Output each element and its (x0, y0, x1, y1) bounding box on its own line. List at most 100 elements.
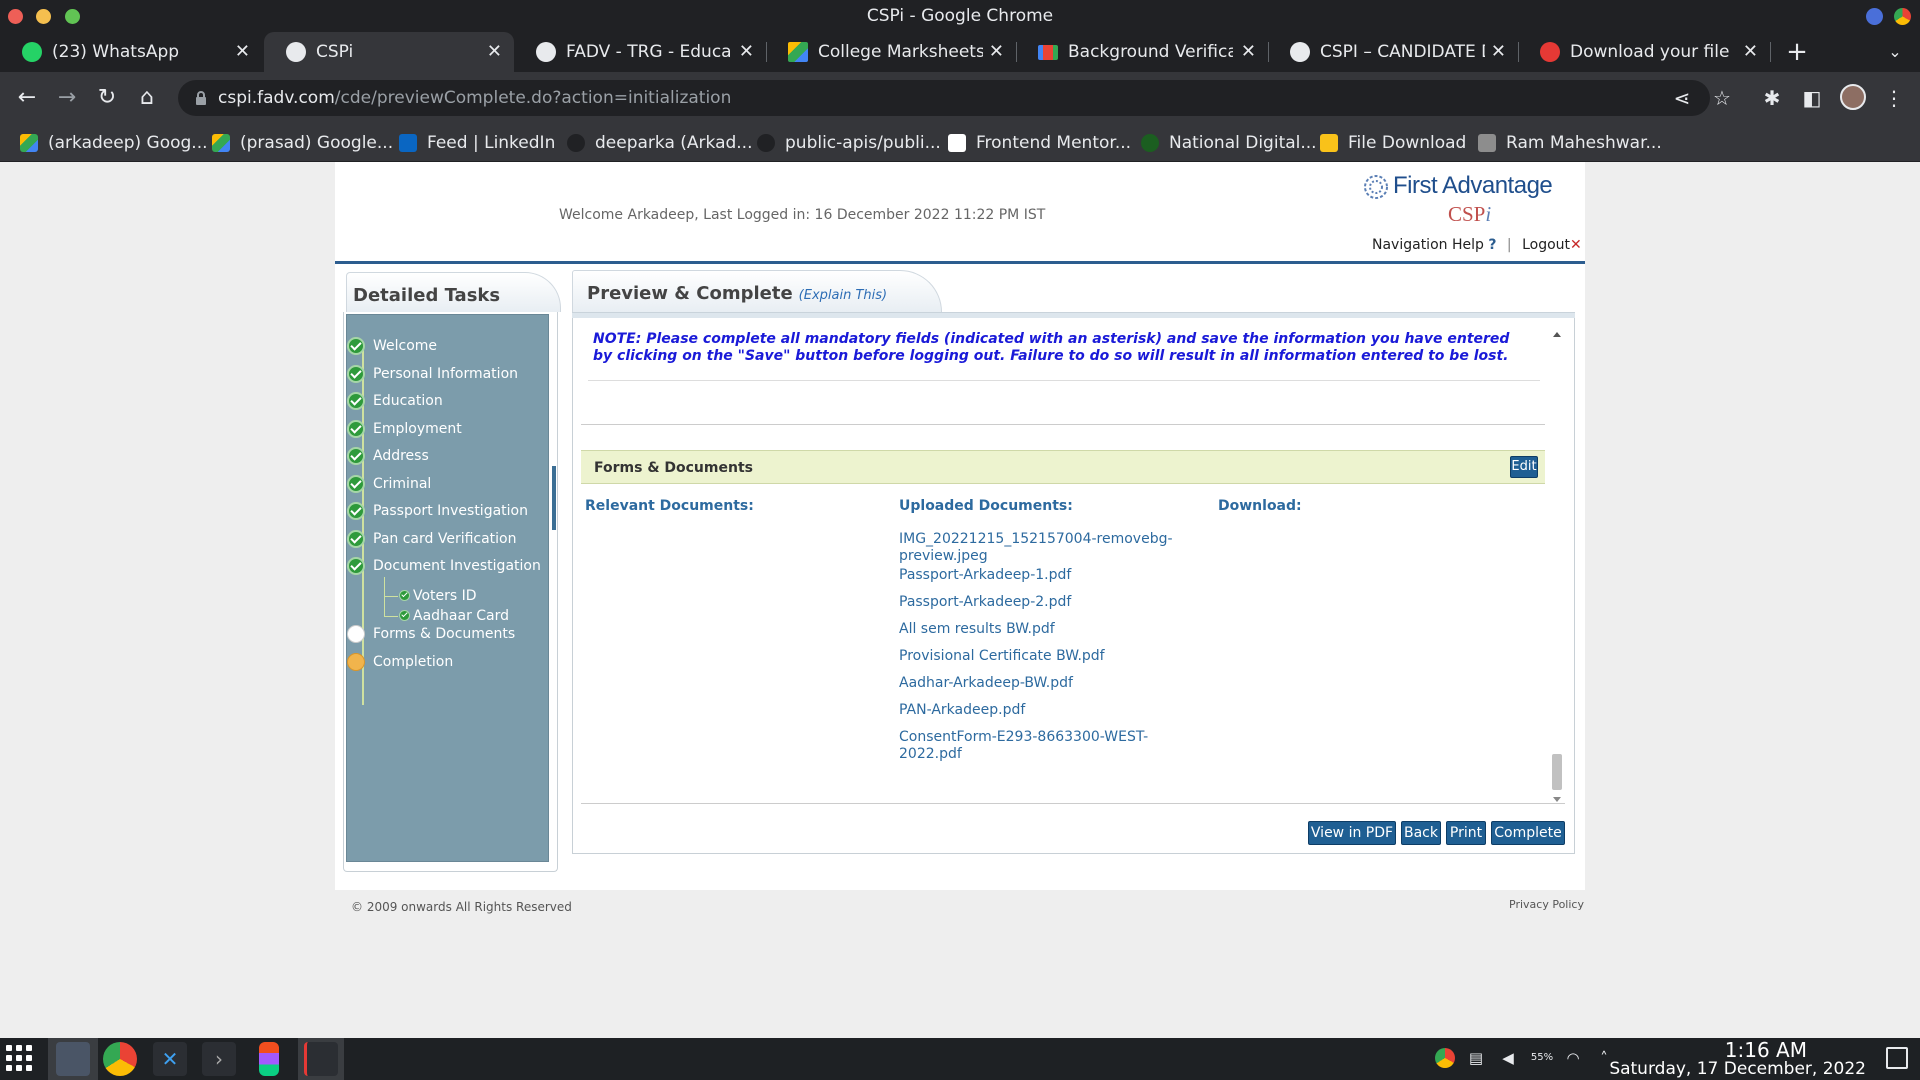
uploaded-document-link[interactable]: ConsentForm-E293-8663300-WEST-2022.pdf (899, 729, 1169, 763)
close-icon[interactable]: ✕ (1491, 32, 1506, 72)
home-button[interactable]: ⌂ (133, 84, 161, 112)
bookmark-public-apis[interactable]: public-apis/publi... (757, 124, 941, 162)
terminal-app-icon[interactable]: › (202, 1042, 236, 1076)
mandatory-fields-note: NOTE: Please complete all mandatory fiel… (593, 331, 1510, 364)
editor-app-icon[interactable] (304, 1042, 338, 1076)
app-launcher-grid-icon[interactable] (6, 1045, 36, 1075)
profile-avatar[interactable] (1840, 84, 1866, 110)
task-passport-investigation[interactable]: Passport Investigation (347, 502, 528, 520)
tab-cspi[interactable]: CSPi ✕ (264, 32, 514, 72)
web-page: Welcome Arkadeep, Last Logged in: 16 Dec… (0, 162, 1920, 1038)
task-label: Welcome (373, 338, 438, 354)
bookmark-label: National Digital... (1169, 133, 1317, 153)
extensions-puzzle-icon[interactable]: ✱ (1760, 86, 1784, 110)
copyright-text: © 2009 onwards All Rights Reserved (351, 900, 572, 914)
logout-label: Logout (1522, 237, 1571, 253)
page-title: Preview & Complete (Explain This) (587, 283, 887, 304)
task-pan-card-verification[interactable]: Pan card Verification (347, 530, 517, 548)
figma-app-icon[interactable] (259, 1042, 279, 1076)
scroll-down-arrow-icon[interactable] (1553, 797, 1561, 802)
google-drive-icon (788, 42, 808, 62)
back-button[interactable]: Back (1401, 821, 1441, 845)
bookmark-linkedin[interactable]: Feed | LinkedIn (399, 124, 555, 162)
task-address[interactable]: Address (347, 447, 429, 465)
address-bar[interactable]: cspi.fadv.com/cde/previewComplete.do?act… (178, 80, 1710, 116)
close-icon[interactable]: ✕ (989, 32, 1004, 72)
tab-download-file[interactable]: Download your file — ✕ (1518, 32, 1770, 72)
bookmark-deeparka-github[interactable]: deeparka (Arkad... (567, 124, 753, 162)
navigation-help-link[interactable]: Navigation Help ? (1372, 237, 1496, 253)
tab-strip: (23) WhatsApp ✕ CSPi ✕ FADV - TRG - Educ… (0, 32, 1920, 72)
uploaded-document-link[interactable]: Aadhar-Arkadeep-BW.pdf (899, 675, 1199, 692)
uploaded-document-link[interactable]: Passport-Arkadeep-1.pdf (899, 567, 1199, 584)
task-personal-information[interactable]: Personal Information (347, 365, 519, 383)
print-button[interactable]: Print (1446, 821, 1486, 845)
complete-button[interactable]: Complete (1491, 821, 1565, 845)
preview-scroll-area[interactable]: NOTE: Please complete all mandatory fiel… (581, 324, 1565, 804)
bookmark-frontend-mentor[interactable]: Frontend Mentor... (948, 124, 1131, 162)
chrome-tray-icon[interactable] (1435, 1048, 1455, 1068)
task-criminal[interactable]: Criminal (347, 475, 431, 493)
battery-icon[interactable]: 55% (1528, 1048, 1556, 1068)
close-icon[interactable]: ✕ (1241, 32, 1256, 72)
task-forms-documents[interactable]: Forms & Documents (347, 625, 515, 643)
bookmark-file-download[interactable]: File Download (1320, 124, 1466, 162)
task-label: Passport Investigation (373, 503, 528, 519)
volume-icon[interactable]: ◀ (1498, 1048, 1518, 1068)
bookmark-prasad-google[interactable]: (prasad) Google... (212, 124, 393, 162)
share-icon[interactable]: ⋖ (1670, 86, 1694, 110)
files-app-icon[interactable] (56, 1042, 90, 1076)
task-employment[interactable]: Employment (347, 420, 462, 438)
scrollbar-thumb[interactable] (1552, 754, 1562, 790)
task-document-investigation[interactable]: Document Investigation (347, 557, 541, 575)
show-desktop-icon[interactable] (1886, 1047, 1908, 1069)
explain-this-link[interactable]: (Explain This) (799, 288, 887, 303)
view-in-pdf-button[interactable]: View in PDF (1308, 821, 1396, 845)
task-label: Pan card Verification (373, 531, 517, 547)
forward-button[interactable]: → (53, 84, 81, 112)
bookmark-star-icon[interactable]: ☆ (1710, 86, 1734, 110)
clipboard-tray-icon[interactable]: ▤ (1466, 1048, 1486, 1068)
logout-link[interactable]: Logout✕ (1522, 237, 1582, 253)
uploaded-document-link[interactable]: IMG_20221215_152157004-removebg-preview.… (899, 531, 1189, 565)
tab-search-chevron-icon[interactable]: ⌄ (1880, 32, 1910, 72)
close-icon[interactable]: ✕ (1743, 32, 1758, 72)
preview-scrollbar[interactable] (1550, 328, 1564, 808)
vscode-app-icon[interactable]: ✕ (153, 1042, 187, 1076)
privacy-policy-link[interactable]: Privacy Policy (1509, 898, 1584, 911)
clock-date[interactable]: Saturday, 17 December, 2022 (1609, 1059, 1866, 1079)
tab-whatsapp[interactable]: (23) WhatsApp ✕ (0, 32, 262, 72)
reload-button[interactable]: ↻ (93, 84, 121, 112)
subtask-aadhaar-card[interactable]: Aadhaar Card (399, 608, 509, 624)
task-welcome[interactable]: Welcome (347, 337, 438, 355)
tab-cspi-candidate[interactable]: CSPI – CANDIDATE DA ✕ (1268, 32, 1518, 72)
tab-college-marksheets[interactable]: College Marksheets - ✕ (766, 32, 1016, 72)
bookmark-national-digital[interactable]: National Digital... (1141, 124, 1317, 162)
menu-kebab-icon[interactable]: ⋮ (1882, 86, 1906, 110)
bookmark-arkadeep-google[interactable]: (arkadeep) Goog... (20, 124, 208, 162)
chrome-app-icon[interactable] (103, 1042, 137, 1076)
sidebar-resize-handle[interactable] (552, 466, 556, 530)
task-label: Personal Information (373, 366, 519, 382)
new-tab-button[interactable]: + (1782, 32, 1812, 72)
link-separator: | (1506, 237, 1512, 253)
close-icon[interactable]: ✕ (235, 32, 250, 72)
close-icon[interactable]: ✕ (739, 32, 754, 72)
close-icon[interactable]: ✕ (487, 32, 502, 72)
task-completion[interactable]: Completion (347, 653, 453, 671)
edit-button[interactable]: Edit (1510, 456, 1538, 478)
download-site-icon (1540, 42, 1560, 62)
wifi-icon[interactable]: ◠ (1563, 1048, 1583, 1068)
uploaded-document-link[interactable]: Provisional Certificate BW.pdf (899, 648, 1199, 665)
uploaded-document-link[interactable]: Passport-Arkadeep-2.pdf (899, 594, 1199, 611)
bookmark-ram-maheshwar[interactable]: Ram Maheshwar... (1478, 124, 1662, 162)
uploaded-document-link[interactable]: All sem results BW.pdf (899, 621, 1199, 638)
side-panel-icon[interactable]: ◧ (1800, 86, 1824, 110)
uploaded-document-link[interactable]: PAN-Arkadeep.pdf (899, 702, 1199, 719)
tab-background-verification[interactable]: Background Verificatio ✕ (1016, 32, 1268, 72)
scroll-up-arrow-icon[interactable] (1553, 332, 1561, 337)
tab-fadv-trg[interactable]: FADV - TRG - Educatio ✕ (514, 32, 766, 72)
task-education[interactable]: Education (347, 392, 443, 410)
back-button[interactable]: ← (13, 84, 41, 112)
subtask-voters-id[interactable]: Voters ID (399, 588, 477, 604)
